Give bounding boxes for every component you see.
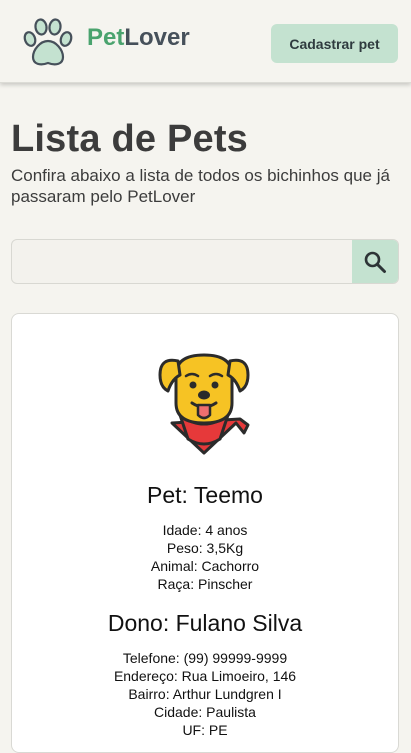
brand-name-lover: Lover — [124, 24, 190, 51]
pet-breed: Raça: Pinscher — [157, 576, 253, 592]
pet-card: Pet: Teemo Idade: 4 anos Peso: 3,5Kg Ani… — [11, 313, 399, 753]
pet-animal: Animal: Cachorro — [150, 558, 260, 574]
pet-age: Idade: 4 anos — [162, 522, 248, 538]
dog-icon — [158, 353, 250, 455]
search-bar — [11, 239, 399, 284]
owner-city: Cidade: Paulista — [154, 704, 256, 720]
page-title: Lista de Pets — [11, 118, 249, 160]
pet-weight: Peso: 3,5Kg — [166, 540, 244, 556]
register-pet-button[interactable]: Cadastrar pet — [271, 24, 398, 63]
top-nav-bar: PetLover Cadastrar pet — [0, 0, 411, 83]
owner-address: Endereço: Rua Limoeiro, 146 — [113, 668, 297, 684]
owner-name: Dono: Fulano Silva — [107, 610, 303, 636]
paw-icon[interactable] — [22, 17, 74, 69]
pet-name: Pet: Teemo — [147, 482, 263, 508]
owner-phone: Telefone: (99) 99999-9999 — [122, 650, 288, 666]
page-subtitle: Confira abaixo a lista de todos os bichi… — [11, 166, 390, 206]
brand-name[interactable]: PetLover — [87, 24, 190, 52]
search-icon — [364, 251, 386, 273]
owner-state: UF: PE — [182, 722, 228, 738]
brand-name-pet: Pet — [87, 24, 125, 51]
owner-district: Bairro: Arthur Lundgren I — [128, 686, 282, 702]
search-button[interactable] — [352, 240, 398, 283]
search-input[interactable] — [12, 240, 350, 283]
